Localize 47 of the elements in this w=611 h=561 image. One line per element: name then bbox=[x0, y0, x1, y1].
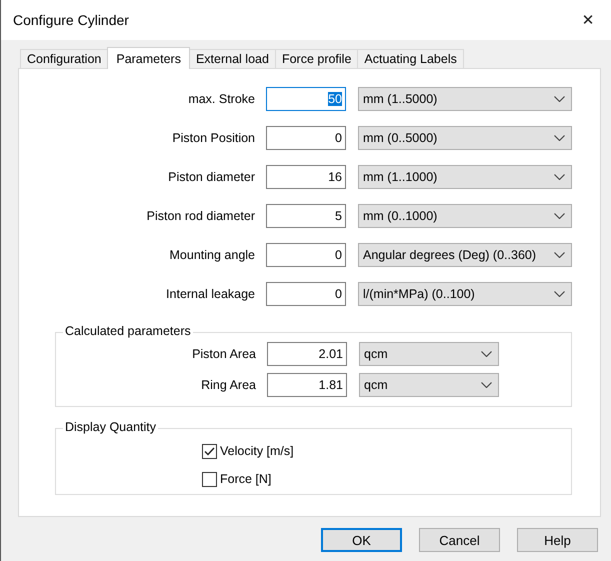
unit-dropdown[interactable]: mm (1..1000) bbox=[358, 165, 572, 189]
input-field[interactable]: 0 bbox=[266, 243, 346, 267]
chevron-down-icon bbox=[554, 174, 565, 180]
field-label: Mounting angle bbox=[168, 248, 256, 262]
tab[interactable]: Configuration bbox=[20, 49, 108, 68]
tab[interactable]: Parameters bbox=[107, 47, 190, 69]
input-field[interactable]: 16 bbox=[266, 165, 346, 189]
dialog-button[interactable]: OK bbox=[321, 528, 402, 552]
chevron-down-icon bbox=[554, 135, 565, 141]
dialog-button[interactable]: Cancel bbox=[419, 528, 500, 552]
dialog-button[interactable]: Help bbox=[517, 528, 598, 552]
input-field[interactable]: 0 bbox=[266, 126, 346, 150]
field-label: Internal leakage bbox=[165, 287, 256, 301]
field-label: Ring Area bbox=[200, 378, 257, 392]
unit-dropdown[interactable]: mm (1..5000) bbox=[358, 87, 572, 111]
unit-dropdown[interactable]: mm (0..1000) bbox=[358, 204, 572, 228]
input-field[interactable]: 50 bbox=[266, 87, 346, 111]
chevron-down-icon bbox=[554, 96, 565, 102]
tab[interactable]: Actuating Labels bbox=[357, 49, 464, 68]
field-label: Piston Position bbox=[171, 131, 256, 145]
field-label: Piston Area bbox=[191, 347, 257, 361]
checkbox[interactable] bbox=[202, 444, 217, 458]
close-button[interactable]: ✕ bbox=[565, 0, 611, 40]
chevron-down-icon bbox=[554, 252, 565, 258]
input-field[interactable]: 5 bbox=[266, 204, 346, 228]
field-label: Piston rod diameter bbox=[146, 209, 256, 223]
chevron-down-icon bbox=[554, 291, 565, 297]
unit-dropdown[interactable]: qcm bbox=[359, 373, 499, 397]
checkbox[interactable] bbox=[202, 472, 217, 486]
chevron-down-icon bbox=[481, 382, 492, 388]
tab[interactable]: Force profile bbox=[274, 49, 358, 68]
group-title: Display Quantity bbox=[63, 420, 158, 434]
chevron-down-icon bbox=[554, 213, 565, 219]
field-label: Piston diameter bbox=[167, 170, 256, 184]
field-label: max. Stroke bbox=[187, 92, 256, 106]
checkbox-label[interactable]: Velocity [m/s] bbox=[220, 444, 294, 458]
input-field[interactable]: 0 bbox=[266, 282, 346, 306]
chevron-down-icon bbox=[481, 351, 492, 357]
input-field[interactable]: 1.81 bbox=[267, 373, 347, 397]
unit-dropdown[interactable]: l/(min*MPa) (0..100) bbox=[358, 282, 572, 306]
checkbox-label[interactable]: Force [N] bbox=[220, 472, 272, 486]
group-title: Calculated parameters bbox=[63, 324, 193, 338]
unit-dropdown[interactable]: qcm bbox=[359, 342, 499, 366]
input-field[interactable]: 2.01 bbox=[267, 342, 347, 366]
window-title: Configure Cylinder bbox=[13, 12, 129, 28]
unit-dropdown[interactable]: Angular degrees (Deg) (0..360) bbox=[358, 243, 572, 267]
unit-dropdown[interactable]: mm (0..5000) bbox=[358, 126, 572, 150]
